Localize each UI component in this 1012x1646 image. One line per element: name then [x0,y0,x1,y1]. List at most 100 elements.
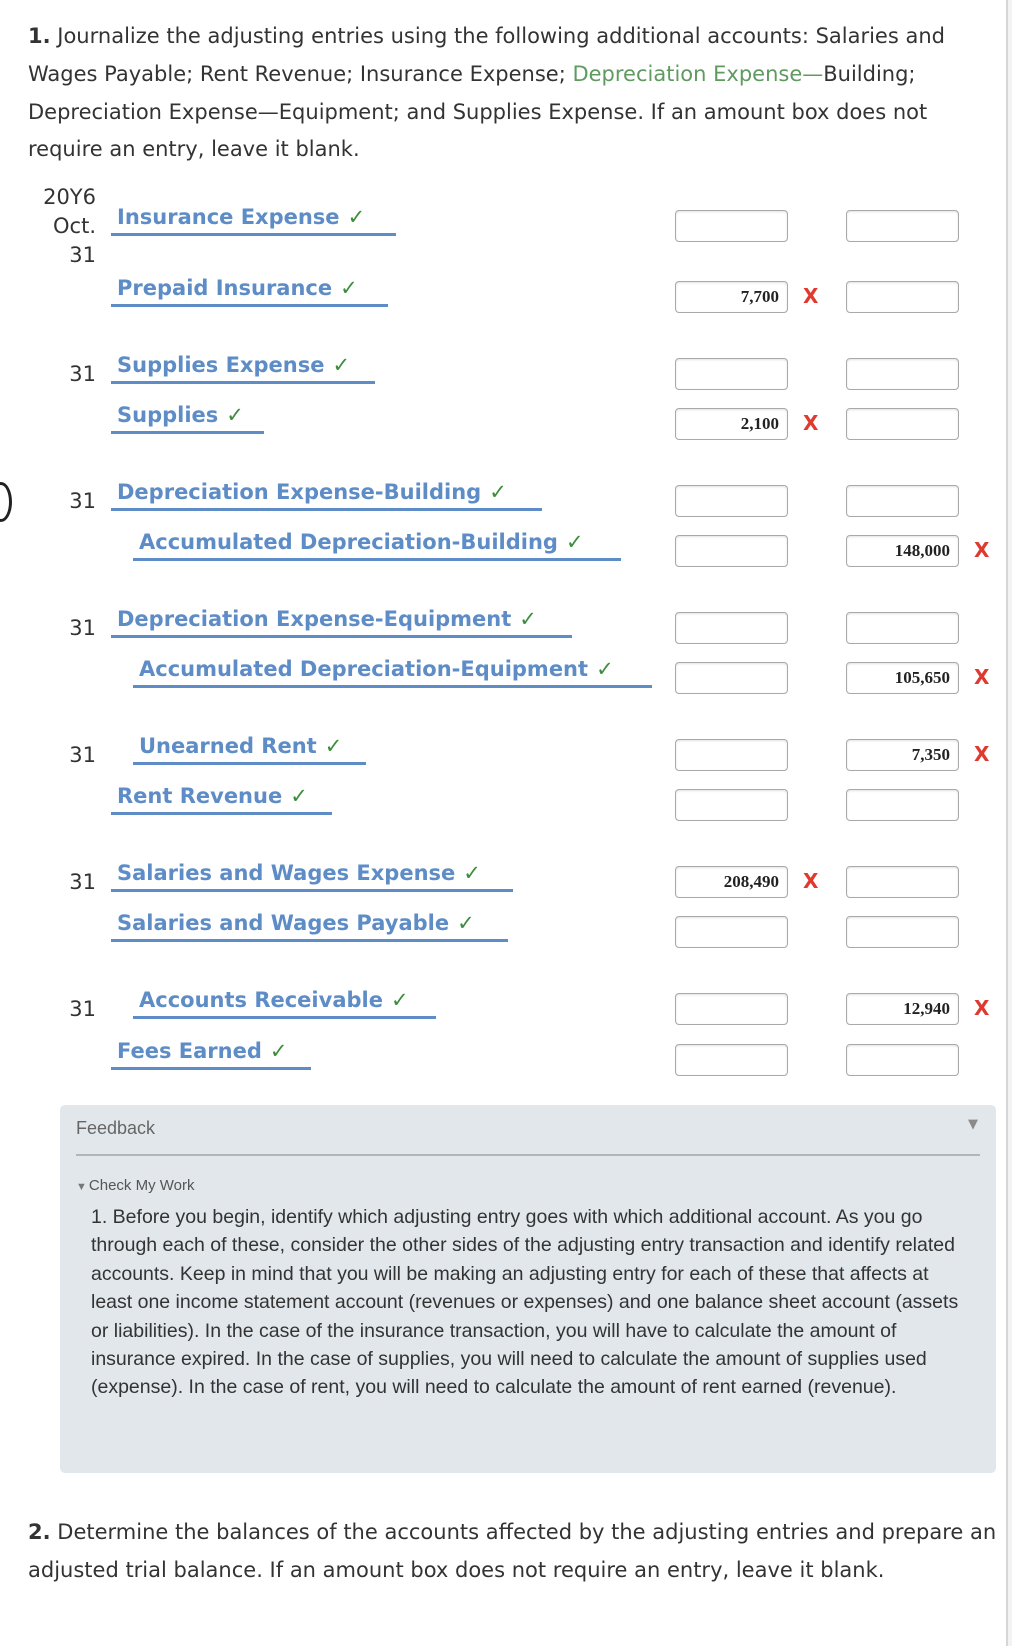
debit-amount-input[interactable] [675,789,788,821]
debit-account-field[interactable]: Unearned Rent ✓ [133,732,366,765]
checkmark-icon: ✓ [226,403,244,427]
debit-account-field[interactable]: Depreciation Expense-Equipment ✓ [111,605,572,638]
triangle-down-icon: ▼ [76,1181,87,1193]
debit-amount-input[interactable] [675,535,788,567]
credit-amount-input[interactable] [846,281,959,313]
credit-amount-input[interactable] [846,916,959,948]
credit-amount-input[interactable] [846,358,959,390]
part2-instructions: 2. Determine the balances of the account… [28,1514,1003,1590]
feedback-divider [76,1154,980,1156]
debit-amount-input[interactable] [675,485,788,517]
entry-day: 31 [69,743,96,767]
credit-amount-input[interactable] [846,408,959,440]
account-name: Unearned Rent ✓ [139,734,342,758]
credit-account-field[interactable]: Accumulated Depreciation-Equipment ✓ [133,655,652,688]
debit-amount-input[interactable] [675,612,788,644]
credit-amount-input[interactable] [846,739,959,771]
debit-amount-input[interactable] [675,993,788,1025]
credit-account-field[interactable]: Rent Revenue ✓ [111,782,332,815]
account-name: Accumulated Depreciation-Equipment ✓ [139,657,614,681]
side-nav-handle[interactable] [0,482,12,522]
account-label: Salaries and Wages Expense [117,861,456,885]
debit-account-field[interactable]: Supplies Expense ✓ [111,351,375,384]
checkmark-icon: ✓ [324,734,343,758]
entry-day: 31 [69,362,96,386]
debit-amount-input[interactable] [675,916,788,948]
incorrect-x-icon: X [803,411,819,435]
account-label: Depreciation Expense-Building [117,480,482,504]
credit-amount-input[interactable] [846,993,959,1025]
feedback-panel: Feedback ▼ ▼ Check My Work 1. Before you … [60,1105,996,1473]
account-label: Fees Earned [117,1039,262,1063]
account-label: Accounts Receivable [139,988,383,1012]
checkmark-icon: ✓ [269,1039,288,1063]
incorrect-x-icon: X [803,869,819,893]
feedback-text: 1. Before you begin, identify which adju… [91,1206,959,1399]
account-name: Rent Revenue ✓ [117,784,308,808]
check-my-work-toggle[interactable]: ▼ Check My Work [76,1177,194,1194]
part2-number: 2. [28,1520,51,1544]
account-name: Depreciation Expense-Building ✓ [117,480,507,504]
entry-day: 31 [69,870,96,894]
credit-account-field[interactable]: Fees Earned ✓ [111,1037,311,1070]
account-name: Accumulated Depreciation-Building ✓ [139,530,584,554]
checkmark-icon: ✓ [340,276,358,300]
debit-amount-input[interactable] [675,662,788,694]
credit-account-field[interactable]: Accumulated Depreciation-Building ✓ [133,528,621,561]
debit-amount-input[interactable] [675,358,788,390]
credit-account-field[interactable]: Prepaid Insurance ✓ [111,274,388,307]
credit-amount-input[interactable] [846,535,959,567]
incorrect-x-icon: X [974,996,990,1020]
debit-account-field[interactable]: Depreciation Expense-Building ✓ [111,478,542,511]
credit-amount-input[interactable] [846,1044,959,1076]
checkmark-icon: ✓ [390,988,409,1012]
credit-amount-input[interactable] [846,612,959,644]
checkmark-icon: ✓ [596,657,614,681]
debit-amount-input[interactable] [675,739,788,771]
account-name: Prepaid Insurance ✓ [117,276,358,300]
account-label: Unearned Rent [139,734,317,758]
feedback-title: Feedback [76,1118,156,1138]
entry-day: 31 [69,243,96,267]
account-name: Supplies Expense ✓ [117,353,350,377]
debit-amount-input[interactable] [675,281,788,313]
part2-text: Determine the balances of the accounts a… [28,1520,997,1582]
checkmark-icon: ✓ [290,784,308,808]
incorrect-x-icon: X [803,284,819,308]
journal-year: 20Y6 [43,185,96,209]
debit-amount-input[interactable] [675,866,788,898]
debit-account-field[interactable]: Salaries and Wages Expense ✓ [111,859,513,892]
credit-amount-input[interactable] [846,485,959,517]
debit-amount-input[interactable] [675,1044,788,1076]
credit-amount-input[interactable] [846,789,959,821]
account-label: Depreciation Expense-Equipment [117,607,512,631]
incorrect-x-icon: X [974,742,990,766]
part1-instructions: 1. Journalize the adjusting entries usin… [28,18,1003,169]
debit-amount-input[interactable] [675,408,788,440]
checkmark-icon: ✓ [489,480,507,504]
account-label: Supplies [117,403,219,427]
entry-day: 31 [69,997,96,1021]
account-name: Fees Earned ✓ [117,1039,288,1063]
checkmark-icon: ✓ [463,861,481,885]
checkmark-icon: ✓ [347,205,366,229]
credit-amount-input[interactable] [846,210,959,242]
debit-amount-input[interactable] [675,210,788,242]
highlighted-term[interactable]: Depreciation Expense— [572,62,823,86]
debit-account-field[interactable]: Accounts Receivable ✓ [133,986,436,1019]
account-label: Insurance Expense [117,205,340,229]
journal-month: Oct. [53,214,96,238]
checkmark-icon: ✓ [457,911,475,935]
debit-account-field[interactable]: Insurance Expense ✓ [111,203,396,236]
collapse-toggle-icon[interactable]: ▼ [968,1117,978,1132]
page-scroll-edge [1006,0,1012,1646]
credit-account-field[interactable]: Supplies ✓ [111,401,264,434]
incorrect-x-icon: X [974,665,990,689]
check-my-work-label: Check My Work [88,1177,195,1194]
credit-account-field[interactable]: Salaries and Wages Payable ✓ [111,909,508,942]
checkmark-icon: ✓ [565,530,584,554]
account-label: Accumulated Depreciation-Equipment [139,657,589,681]
account-label: Prepaid Insurance [117,276,333,300]
credit-amount-input[interactable] [846,662,959,694]
credit-amount-input[interactable] [846,866,959,898]
